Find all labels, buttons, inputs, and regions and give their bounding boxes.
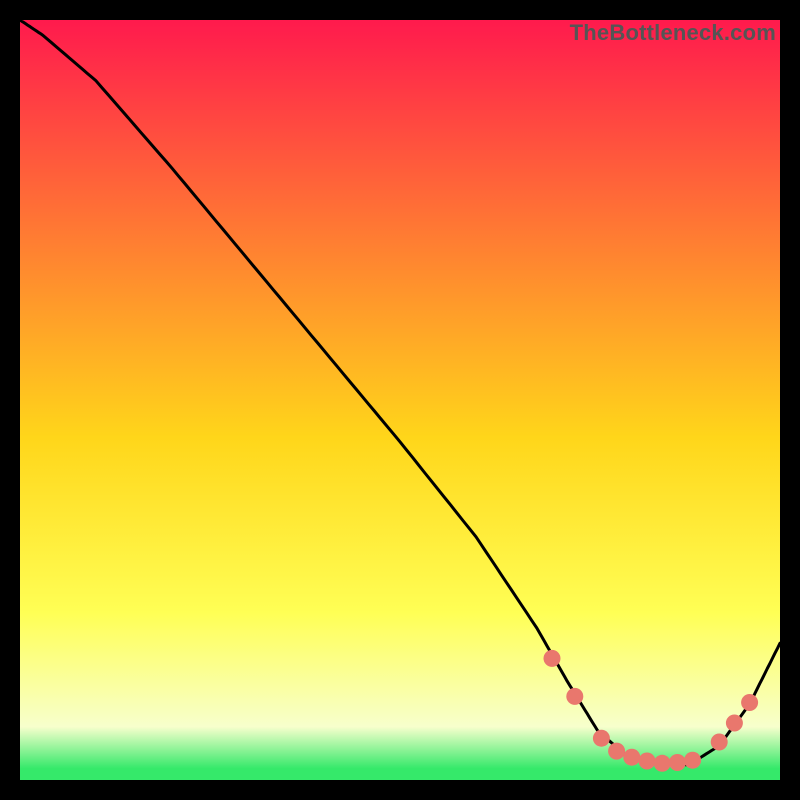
marker-point — [593, 730, 610, 747]
marker-point — [623, 749, 640, 766]
chart-svg — [20, 20, 780, 780]
marker-point — [608, 743, 625, 760]
chart-frame: TheBottleneck.com — [20, 20, 780, 780]
marker-point — [726, 715, 743, 732]
marker-point — [654, 755, 671, 772]
marker-point — [711, 734, 728, 751]
marker-point — [544, 650, 561, 667]
watermark-text: TheBottleneck.com — [570, 20, 776, 46]
marker-point — [684, 752, 701, 769]
gradient-background — [20, 20, 780, 780]
marker-point — [639, 753, 656, 770]
chart-plot: TheBottleneck.com — [20, 20, 780, 780]
marker-point — [566, 688, 583, 705]
marker-point — [741, 694, 758, 711]
marker-point — [669, 754, 686, 771]
